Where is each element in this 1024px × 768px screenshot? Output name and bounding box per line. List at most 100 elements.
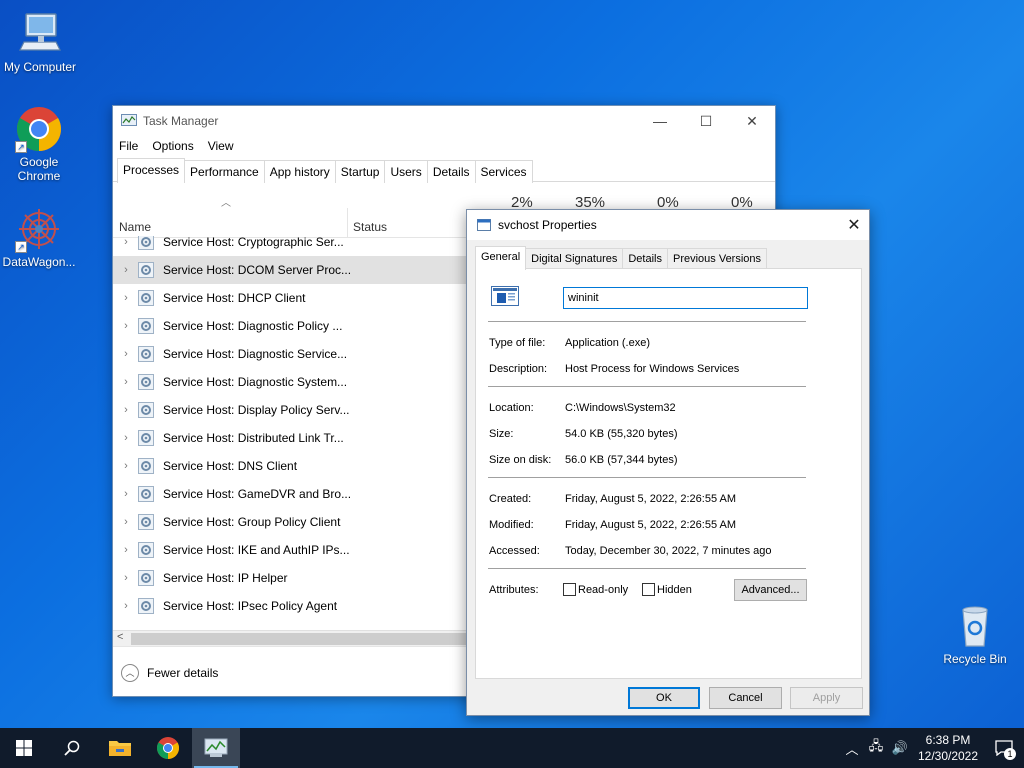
dialog-title: svchost Properties (498, 218, 597, 232)
column-divider[interactable] (347, 208, 348, 238)
tab-details[interactable]: Details (622, 248, 668, 269)
tab-app-history[interactable]: App history (263, 160, 336, 183)
divider (488, 386, 806, 387)
maximize-button[interactable]: ☐ (683, 106, 729, 136)
chevron-up-icon[interactable]: ︿ (840, 739, 864, 758)
desktop-icon-my-computer[interactable]: My Computer (0, 10, 80, 74)
process-name: Service Host: Diagnostic Service... (163, 347, 348, 361)
gear-icon (137, 513, 155, 531)
volume-icon[interactable]: 🔊 (888, 740, 912, 756)
minimize-button[interactable]: — (637, 106, 683, 136)
dialog-title-bar[interactable]: svchost Properties ✕ (467, 210, 869, 240)
gear-icon (137, 289, 155, 307)
menu-options[interactable]: Options (152, 139, 193, 153)
desktop-icon-recycle-bin[interactable]: Recycle Bin (935, 602, 1015, 666)
tab-bar: Processes Performance App history Startu… (113, 158, 775, 183)
type-label: Type of file: (489, 337, 546, 349)
ok-button[interactable]: OK (628, 687, 700, 709)
hidden-label[interactable]: Hidden (657, 584, 692, 596)
datawagon-icon: ↗ (15, 205, 63, 253)
collapse-up-icon[interactable]: ︿ (121, 663, 139, 682)
read-only-checkbox[interactable]: Read-only (563, 583, 628, 596)
start-button[interactable] (0, 728, 48, 768)
column-name[interactable]: Name (119, 220, 151, 234)
hidden-checkbox[interactable]: Hidden (642, 583, 692, 596)
taskbar-chrome[interactable] (144, 728, 192, 768)
expand-chevron-icon[interactable]: › (115, 432, 137, 444)
checkbox-box[interactable] (563, 583, 576, 596)
tab-digital-signatures[interactable]: Digital Signatures (525, 248, 624, 269)
accessed-value: Today, December 30, 2022, 7 minutes ago (565, 545, 772, 557)
scrollbar-thumb[interactable] (131, 633, 471, 645)
apply-button[interactable]: Apply (790, 687, 863, 709)
gear-icon (137, 261, 155, 279)
expand-chevron-icon[interactable]: › (115, 516, 137, 528)
expand-chevron-icon[interactable]: › (115, 572, 137, 584)
expand-chevron-icon[interactable]: › (115, 292, 137, 304)
accessed-label: Accessed: (489, 545, 540, 557)
tab-processes[interactable]: Processes (117, 158, 186, 183)
modified-label: Modified: (489, 519, 534, 531)
title-bar[interactable]: Task Manager — ☐ ✕ (113, 106, 775, 136)
close-icon[interactable]: ✕ (839, 210, 869, 240)
cancel-button[interactable]: Cancel (709, 687, 782, 709)
process-name: Service Host: Diagnostic Policy ... (163, 319, 343, 333)
size-on-disk-label: Size on disk: (489, 454, 552, 466)
gear-icon (137, 485, 155, 503)
process-name: Service Host: GameDVR and Bro... (163, 487, 352, 501)
clock[interactable]: 6:38 PM 12/30/2022 (912, 732, 984, 764)
expand-chevron-icon[interactable]: › (115, 488, 137, 500)
gear-icon (137, 317, 155, 335)
file-name-input[interactable] (563, 287, 808, 309)
scroll-left-icon[interactable]: < (117, 631, 123, 643)
gear-icon (137, 429, 155, 447)
shortcut-arrow-icon: ↗ (15, 141, 27, 153)
windows-logo-icon (16, 740, 32, 756)
expand-chevron-icon[interactable]: › (115, 236, 137, 248)
properties-dialog[interactable]: svchost Properties ✕ General Digital Sig… (466, 209, 870, 716)
sort-up-icon[interactable]: ︿ (221, 194, 231, 209)
file-icon (477, 219, 491, 231)
expand-chevron-icon[interactable]: › (115, 460, 137, 472)
expand-chevron-icon[interactable]: › (115, 544, 137, 556)
search-icon (64, 740, 80, 756)
menu-view[interactable]: View (208, 139, 234, 153)
process-name: Service Host: DCOM Server Proc... (163, 263, 352, 277)
modified-value: Friday, August 5, 2022, 2:26:55 AM (565, 519, 737, 531)
advanced-button[interactable]: Advanced... (734, 579, 807, 601)
tab-startup[interactable]: Startup (334, 160, 386, 183)
desktop-icon-google-chrome[interactable]: ↗ Google Chrome (0, 105, 79, 183)
notification-button[interactable]: 1 (984, 728, 1024, 768)
expand-chevron-icon[interactable]: › (115, 320, 137, 332)
search-button[interactable] (48, 728, 96, 768)
network-icon[interactable]: 🖧 (864, 737, 888, 759)
application-icon (491, 286, 519, 308)
tab-services[interactable]: Services (474, 160, 533, 183)
tab-users[interactable]: Users (384, 160, 428, 183)
tab-details[interactable]: Details (426, 160, 476, 183)
expand-chevron-icon[interactable]: › (115, 404, 137, 416)
fewer-details-link[interactable]: Fewer details (147, 666, 218, 680)
expand-chevron-icon[interactable]: › (115, 376, 137, 388)
size-on-disk-value: 56.0 KB (57,344 bytes) (565, 454, 678, 466)
divider (488, 568, 806, 569)
process-name: Service Host: DNS Client (163, 459, 298, 473)
notification-badge: 1 (1004, 748, 1016, 760)
tab-previous-versions[interactable]: Previous Versions (666, 248, 768, 269)
process-name: Service Host: Cryptographic Ser... (163, 236, 344, 249)
gear-icon (137, 373, 155, 391)
taskbar-task-manager[interactable] (192, 728, 240, 768)
read-only-label[interactable]: Read-only (578, 584, 628, 596)
expand-chevron-icon[interactable]: › (115, 348, 137, 360)
taskbar-file-explorer[interactable] (96, 728, 144, 768)
desktop-icon-datawagon[interactable]: ↗ DataWagon... (0, 205, 79, 269)
checkbox-box[interactable] (642, 583, 655, 596)
tab-performance[interactable]: Performance (184, 160, 265, 183)
expand-chevron-icon[interactable]: › (115, 600, 137, 612)
tab-general[interactable]: General (475, 246, 527, 270)
close-button[interactable]: ✕ (729, 106, 775, 136)
menu-file[interactable]: File (119, 139, 138, 153)
expand-chevron-icon[interactable]: › (115, 264, 137, 276)
window-title: Task Manager (143, 114, 219, 128)
column-status[interactable]: Status (353, 220, 387, 234)
